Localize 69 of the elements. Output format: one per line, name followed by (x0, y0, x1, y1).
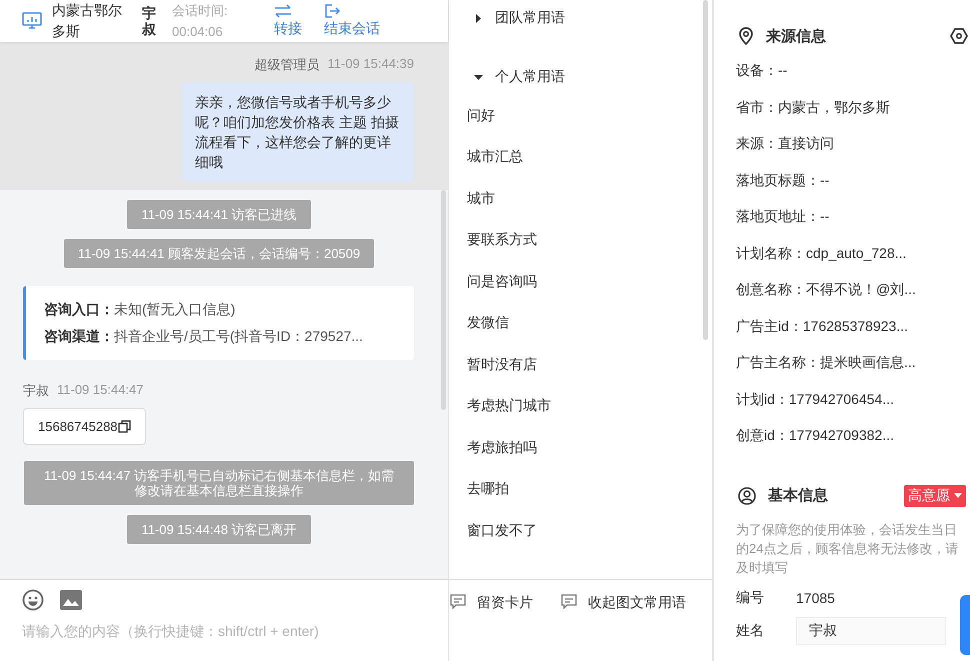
source-info-item: 落地页标题：-- (736, 170, 830, 190)
floating-tab[interactable] (960, 595, 970, 655)
phrase-item[interactable]: 暂时没有店 (449, 344, 712, 386)
info-label: 咨询入口： (44, 301, 114, 317)
section-title: 来源信息 (766, 26, 826, 46)
visitor-location: 内蒙古鄂尔多斯 (52, 1, 123, 41)
phrase-item[interactable]: 窗口发不了 (449, 510, 712, 552)
message-bubble: 15686745288 (23, 408, 146, 445)
monitor-icon (22, 12, 42, 30)
section-title: 基本信息 (768, 486, 828, 505)
visitor-name: 宇叔 (142, 5, 157, 37)
phrase-item[interactable]: 考虑旅拍吗 (449, 427, 712, 468)
settings-icon[interactable] (950, 28, 968, 44)
swap-arrows-icon (274, 4, 292, 18)
phrase-item[interactable]: 问是咨询吗 (449, 261, 712, 302)
field-value: 17085 (796, 590, 835, 606)
message-time: 11-09 15:44:47 (57, 382, 144, 399)
message-bubble: 亲亲，您微信号或者手机号多少呢？咱们加您发价格表 主题 拍摄流程看下，这样您会了解的更详细哦 (182, 82, 414, 182)
source-info-item: 计划名称：cdp_auto_728... (736, 244, 908, 263)
info-value: 未知(暂无入口信息) (114, 301, 236, 317)
phrase-group[interactable]: 团队常用语 (449, 0, 712, 36)
phrase-item[interactable]: 要联系方式 (449, 220, 712, 261)
field-label: 姓名 (736, 622, 764, 640)
source-info-item: 广告主id：176285378923... (736, 316, 909, 336)
source-info-item: 来源：直接访问 (736, 134, 835, 153)
source-info-item: 广告主名称：提米映画信息... (736, 353, 917, 372)
phrase-action-button[interactable]: 留资卡片 (450, 594, 533, 614)
field-label: 编号 (736, 588, 764, 606)
duration-label: 会话时间: (172, 2, 229, 20)
phrase-item[interactable]: 城市 (449, 178, 712, 220)
system-notice: 11-09 15:44:47 访客手机号已自动标记右侧基本信息栏，如需修改请在基本信息栏直接操作 (24, 461, 414, 505)
phrase-item[interactable]: 发微信 (449, 302, 712, 344)
intent-tag-dropdown[interactable]: 高意愿 (904, 484, 966, 506)
source-info-item: 计划id：177942706454... (736, 390, 895, 408)
duration-value: 00:04:06 (172, 23, 224, 41)
source-info-item: 省市：内蒙古，鄂尔多斯 (736, 98, 891, 116)
system-notice: 11-09 15:44:41 访客已进线 (127, 200, 311, 229)
system-notice: 11-09 15:44:41 顾客发起会话，会话编号：20509 (64, 239, 374, 268)
sender-name: 超级管理员 (254, 56, 320, 74)
image-icon[interactable] (60, 590, 82, 610)
comment-icon (561, 594, 577, 609)
system-notice: 11-09 15:44:48 访客已离开 (127, 515, 311, 544)
message-time: 11-09 15:44:39 (328, 56, 414, 73)
user-icon (738, 486, 756, 504)
name-field[interactable]: 宇叔 (796, 616, 946, 644)
copy-icon[interactable] (118, 420, 131, 433)
source-info-item: 创意名称：不得不说！@刘... (736, 280, 917, 299)
transfer-button[interactable]: 转接 (274, 4, 302, 38)
edit-notice: 为了保障您的使用体验，会话发生当日的24点之后，顾客信息将无法修改，请及时填写 (736, 520, 960, 576)
source-info-item: 落地页地址：-- (736, 207, 830, 226)
sender-name: 宇叔 (23, 382, 49, 400)
caret-down-icon (474, 72, 483, 82)
phrase-item[interactable]: 城市汇总 (449, 136, 712, 178)
info-label: 咨询渠道： (44, 328, 114, 344)
phrase-item[interactable]: 去哪拍 (449, 468, 712, 510)
phrase-item[interactable]: 考虑热门城市 (449, 386, 712, 427)
end-session-button[interactable]: 结束会话 (324, 4, 380, 38)
exit-icon (324, 4, 340, 18)
phrase-action-button[interactable]: 收起图文常用语 (561, 594, 686, 614)
caret-right-icon (474, 14, 483, 22)
caret-down-icon (954, 493, 962, 498)
location-pin-icon (738, 27, 754, 45)
source-info-item: 创意id：177942709382... (736, 426, 895, 445)
emoji-icon[interactable] (22, 589, 44, 611)
comment-icon (450, 594, 466, 609)
phrase-item[interactable]: 问好 (449, 95, 712, 136)
phrase-group[interactable]: 个人常用语 (449, 59, 712, 95)
info-value: 抖音企业号/员工号(抖音号ID：279527... (114, 328, 363, 344)
source-info-item: 设备：-- (736, 61, 788, 80)
